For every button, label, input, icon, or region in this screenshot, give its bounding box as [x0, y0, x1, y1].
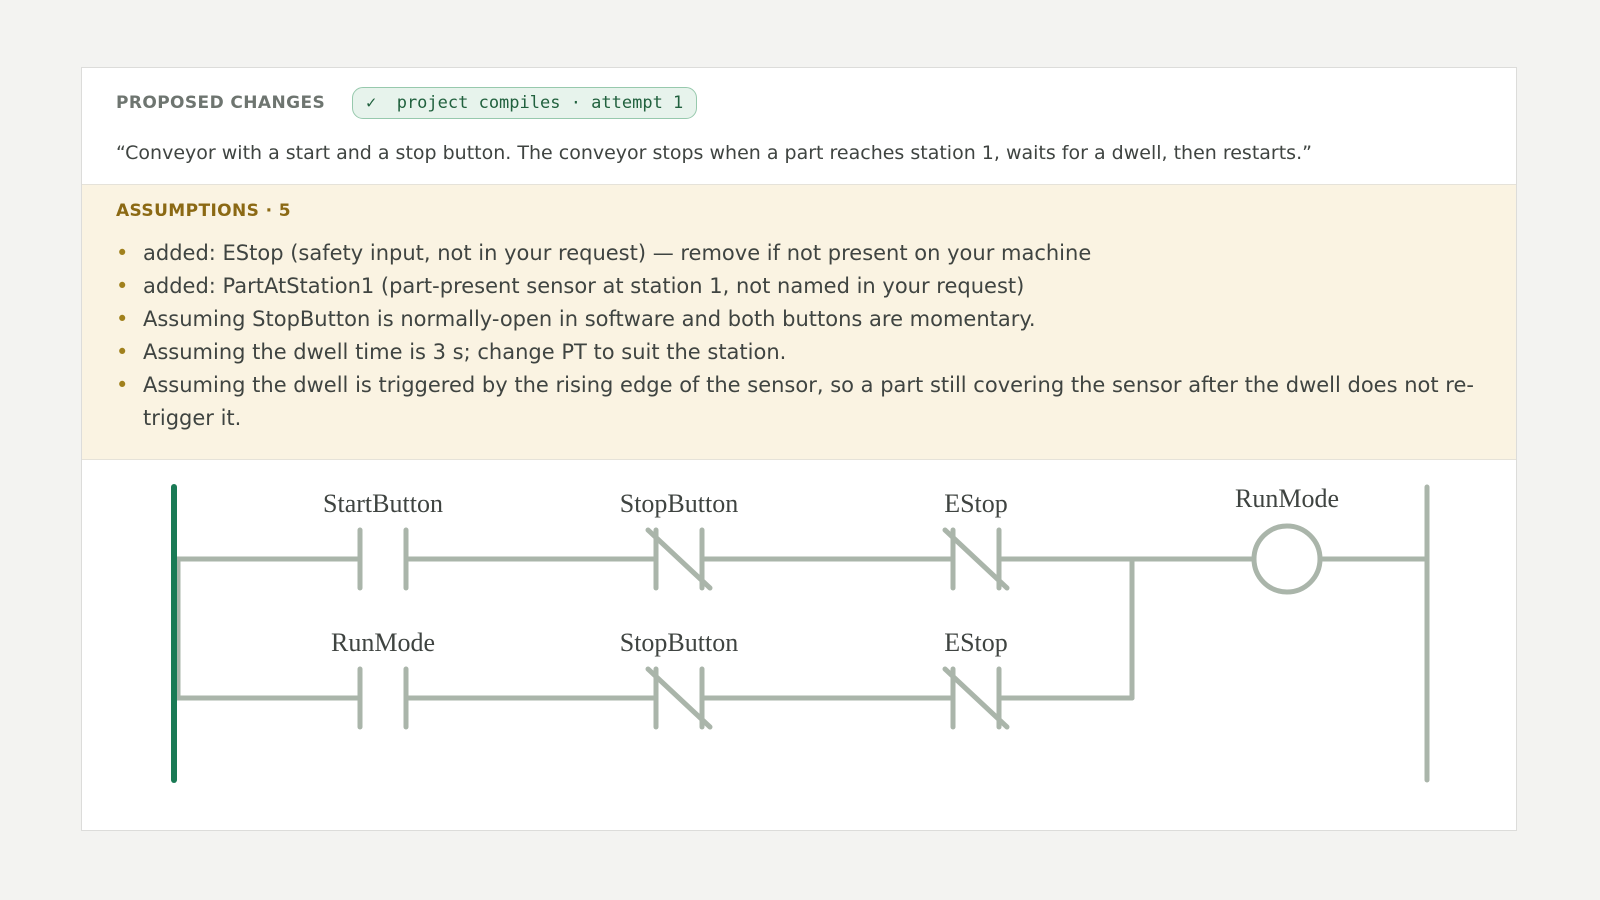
coil-label: RunMode — [1235, 484, 1339, 513]
assumption-item: • Assuming StopButton is normally-open in… — [116, 303, 1486, 336]
contact-label: StopButton — [620, 628, 738, 657]
section-label: PROPOSED CHANGES — [116, 93, 326, 113]
bullet-icon: • — [116, 274, 129, 298]
bullet-icon: • — [116, 340, 129, 364]
ladder-diagram: StartButton StopButton EStop RunMode RunMode… — [82, 460, 1516, 830]
assumption-item: • added: EStop (safety input, not in your… — [116, 237, 1486, 270]
proposed-changes-header: PROPOSED CHANGES ✓ project compiles · at… — [82, 68, 1516, 184]
assumption-text: Assuming StopButton is normally-open in … — [143, 307, 1036, 331]
bullet-icon: • — [116, 307, 129, 331]
contact-label: EStop — [944, 628, 1008, 657]
assumption-text: Assuming the dwell is triggered by the r… — [143, 373, 1474, 430]
contact-label: RunMode — [331, 628, 435, 657]
assumptions-section: ASSUMPTIONS · 5 • added: EStop (safety in… — [82, 184, 1516, 460]
assumption-text: added: PartAtStation1 (part-present sens… — [143, 274, 1025, 298]
contact-label: StartButton — [323, 489, 443, 518]
assumption-text: added: EStop (safety input, not in your … — [143, 241, 1092, 265]
assumption-item: • Assuming the dwell is triggered by the … — [116, 369, 1486, 435]
assumption-item: • Assuming the dwell time is 3 s; change … — [116, 336, 1486, 369]
coil-icon — [1251, 523, 1323, 595]
contact-label: EStop — [944, 489, 1008, 518]
ladder-diagram-canvas: StartButton StopButton EStop RunMode RunMode… — [171, 484, 1430, 783]
bullet-icon: • — [116, 241, 129, 265]
contact-label: StopButton — [620, 489, 738, 518]
compile-status-badge: ✓ project compiles · attempt 1 — [352, 87, 698, 119]
assumptions-title: ASSUMPTIONS · 5 — [116, 201, 292, 221]
proposed-changes-panel: PROPOSED CHANGES ✓ project compiles · at… — [81, 67, 1517, 831]
user-request-quote: “Conveyor with a start and a stop button… — [116, 142, 1312, 164]
assumption-text: Assuming the dwell time is 3 s; change P… — [143, 340, 787, 364]
assumptions-list: • added: EStop (safety input, not in your… — [116, 237, 1486, 435]
assumption-item: • added: PartAtStation1 (part-present sen… — [116, 270, 1486, 303]
bullet-icon: • — [116, 373, 129, 397]
